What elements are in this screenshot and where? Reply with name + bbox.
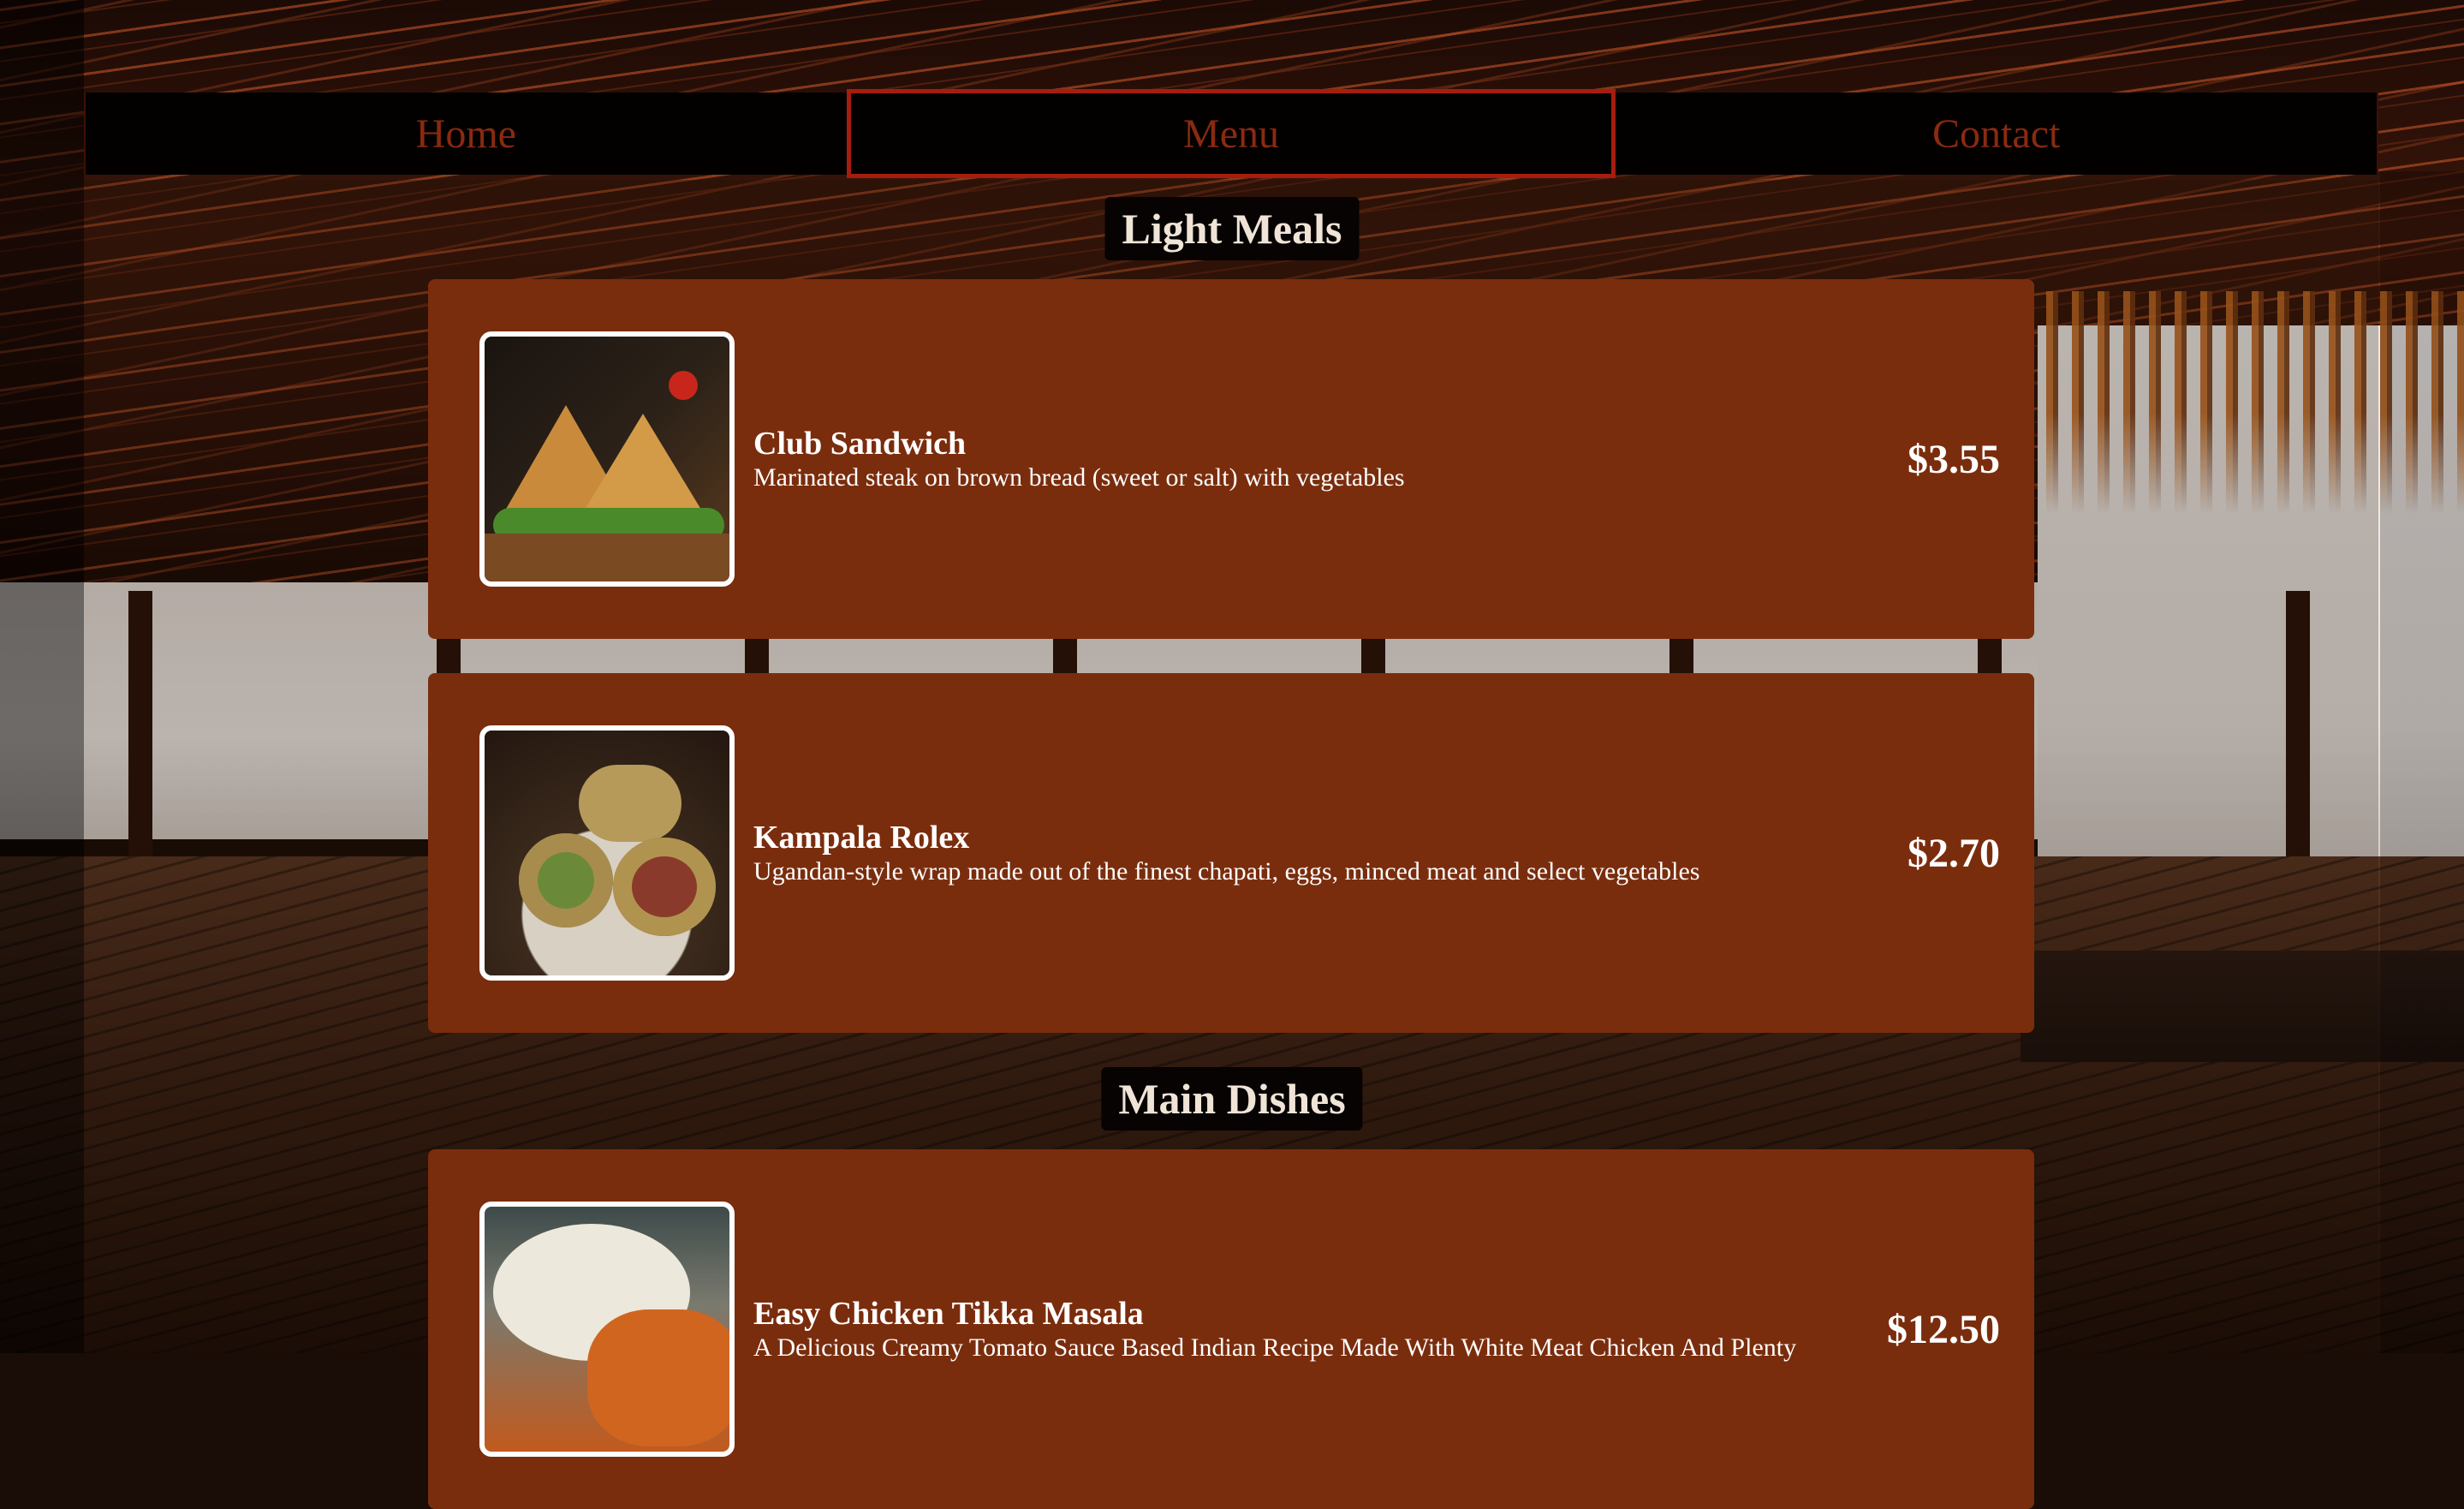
menu-item-description: Ugandan-style wrap made out of the fines…: [753, 857, 1700, 886]
menu-item-card: Kampala Rolex Ugandan-style wrap made ou…: [428, 673, 2034, 1033]
wrap-roll-top: [579, 765, 681, 842]
menu-item-description: A Delicious Creamy Tomato Sauce Based In…: [753, 1333, 1797, 1362]
section-title-main-dishes: Main Dishes: [1101, 1067, 1363, 1130]
left-shade: [0, 0, 84, 1353]
menu-item-name: Kampala Rolex: [753, 820, 970, 856]
main-nav: Home Menu Contact: [84, 89, 2378, 178]
club-sandwich-image: [479, 331, 735, 587]
menu-item-description: Marinated steak on brown bread (sweet or…: [753, 463, 1405, 492]
menu-item-name: Easy Chicken Tikka Masala: [753, 1296, 1144, 1332]
tikka-sauce: [587, 1309, 729, 1446]
menu-item-info: Easy Chicken Tikka Masala A Delicious Cr…: [753, 1295, 1870, 1363]
section-title-light-meals: Light Meals: [1104, 197, 1360, 260]
chicken-tikka-masala-image: [479, 1202, 735, 1457]
wrap-roll-left: [519, 833, 613, 927]
menu-item-card: Easy Chicken Tikka Masala A Delicious Cr…: [428, 1149, 2034, 1509]
menu-item-price: $2.70: [1908, 830, 2000, 876]
menu-item-price: $12.50: [1887, 1306, 2000, 1352]
menu-item-name: Club Sandwich: [753, 426, 967, 462]
tomato: [669, 371, 698, 400]
nav-menu[interactable]: Menu: [846, 89, 1616, 178]
kampala-rolex-image: [479, 725, 735, 981]
nav-contact[interactable]: Contact: [1616, 92, 2377, 175]
menu-item-price: $3.55: [1908, 436, 2000, 482]
menu-item-info: Club Sandwich Marinated steak on brown b…: [753, 425, 1890, 493]
menu-item-info: Kampala Rolex Ugandan-style wrap made ou…: [753, 819, 1890, 887]
nav-home[interactable]: Home: [86, 92, 847, 175]
wrap-roll-right: [613, 838, 716, 936]
right-shade: [2380, 171, 2464, 1353]
menu-item-card: Club Sandwich Marinated steak on brown b…: [428, 279, 2034, 639]
wooden-board: [485, 534, 729, 582]
